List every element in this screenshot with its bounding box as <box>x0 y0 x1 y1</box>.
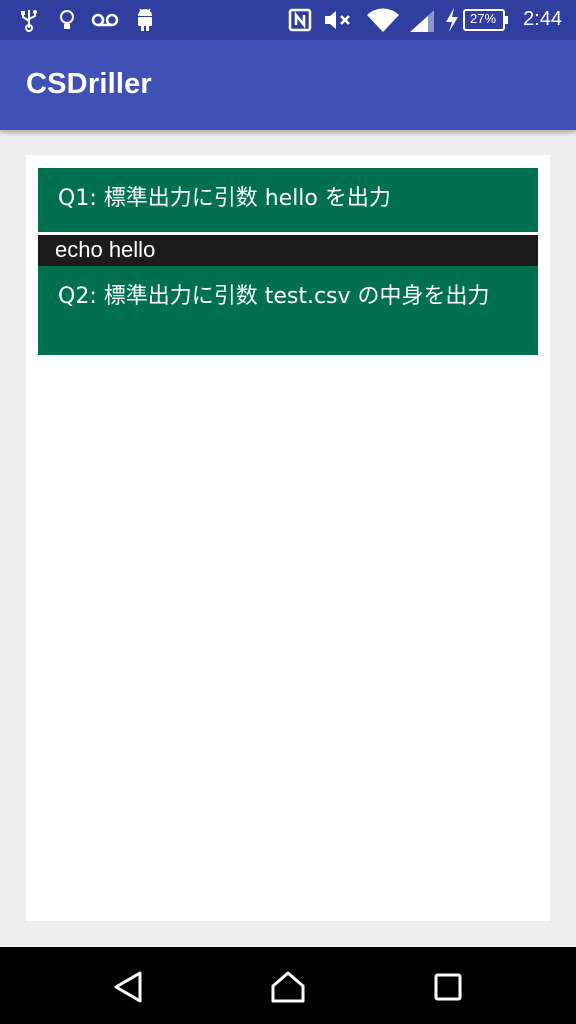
back-icon[interactable] <box>110 969 146 1005</box>
answer-text: echo hello <box>55 237 156 262</box>
android-icon <box>138 8 152 31</box>
app-bar: CSDriller <box>0 40 576 130</box>
question-label: Q1: 標準出力に引数 hello を出力 <box>58 186 391 211</box>
status-time: 2:44 <box>523 8 562 30</box>
mute-icon <box>325 11 350 29</box>
screen: 27% 2:44 CSDriller Q1: 標準出力に引数 hello を出力… <box>0 0 576 1024</box>
status-bar: 27% 2:44 <box>0 0 576 40</box>
question-item-q2[interactable]: Q2: 標準出力に引数 test.csv の中身を出力 <box>38 266 538 355</box>
signal-icon <box>410 10 434 32</box>
app-title: CSDriller <box>26 68 152 100</box>
home-icon[interactable] <box>268 969 308 1005</box>
charging-icon <box>446 8 458 32</box>
answer-item-q1[interactable]: echo hello <box>38 235 538 266</box>
battery-percent: 27% <box>470 11 497 26</box>
wifi-icon <box>367 8 399 32</box>
voicemail-icon <box>91 13 119 27</box>
lightbulb-icon <box>60 10 74 29</box>
usb-icon <box>21 10 37 32</box>
question-card: Q1: 標準出力に引数 hello を出力 echo hello Q2: 標準出… <box>26 155 550 921</box>
question-label: Q2: 標準出力に引数 test.csv の中身を出力 <box>58 284 490 309</box>
nfc-icon <box>288 8 312 32</box>
recents-icon[interactable] <box>432 971 464 1003</box>
nav-bar <box>0 947 576 1024</box>
question-item-q1[interactable]: Q1: 標準出力に引数 hello を出力 <box>38 168 538 232</box>
